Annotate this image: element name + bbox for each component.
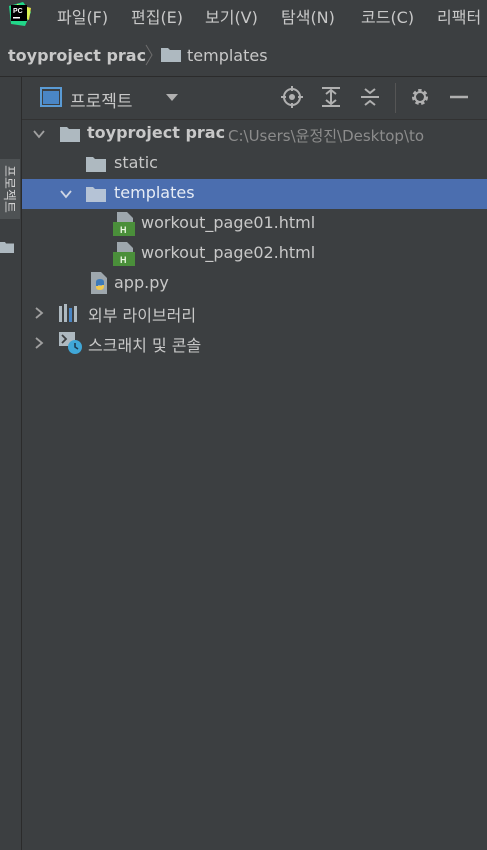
tree-label-root: toyproject prac — [87, 123, 226, 142]
html-file-icon: H — [113, 212, 135, 236]
tree-node-app[interactable]: app.py — [22, 269, 487, 299]
tree-label-external-libraries: 외부 라이브러리 — [88, 306, 197, 325]
pycharm-logo-icon[interactable]: PC — [7, 2, 31, 26]
chevron-right-icon[interactable] — [33, 307, 45, 319]
breadcrumb-separator-icon — [145, 44, 153, 66]
tree-label-app: app.py — [114, 273, 169, 292]
project-tool-tab-label: 프로젝트 — [1, 165, 16, 213]
chevron-down-icon[interactable] — [60, 188, 72, 200]
gear-icon[interactable] — [409, 86, 431, 108]
tree-label-scratches: 스크래치 및 콘솔 — [88, 336, 202, 355]
tree-label-static: static — [114, 153, 158, 172]
menu-navigate[interactable]: 탐색(N) — [281, 4, 335, 28]
folder-icon — [86, 187, 106, 202]
html-file-icon: H — [113, 242, 135, 266]
breadcrumb-templates[interactable]: templates — [187, 46, 268, 65]
python-file-icon — [91, 272, 107, 294]
tree-node-templates[interactable]: templates — [22, 179, 487, 209]
folder-icon — [86, 157, 106, 172]
scratches-icon — [59, 332, 82, 354]
menu-file[interactable]: 파일(F) — [57, 4, 108, 28]
svg-text:H: H — [120, 255, 127, 265]
locate-icon[interactable] — [281, 86, 303, 108]
minimize-icon[interactable] — [448, 86, 470, 108]
menu-view[interactable]: 보기(V) — [205, 4, 258, 28]
tool-window-stripe: 프로젝트 — [0, 77, 22, 850]
tree-node-file1[interactable]: H workout_page01.html — [22, 209, 487, 239]
tree-node-external-libraries[interactable]: 외부 라이브러리 — [22, 298, 487, 328]
library-icon — [59, 304, 77, 322]
toolbar-separator — [395, 83, 396, 113]
tree-node-static[interactable]: static — [22, 149, 487, 179]
folder-icon — [0, 242, 14, 253]
menu-refactor[interactable]: 리팩터 — [437, 4, 481, 28]
breadcrumb: toyproject prac templates — [0, 38, 487, 72]
tree-node-root[interactable]: toyproject prac C:\Users\윤정진\Desktop\to — [22, 119, 487, 149]
menu-edit[interactable]: 편집(E) — [131, 4, 183, 28]
svg-text:PC: PC — [13, 8, 23, 15]
tree-node-scratches[interactable]: 스크래치 및 콘솔 — [22, 328, 487, 358]
collapse-all-icon[interactable] — [359, 86, 381, 108]
tree-node-file2[interactable]: H workout_page02.html — [22, 239, 487, 269]
tree-label-file1: workout_page01.html — [141, 213, 316, 232]
folder-icon — [161, 48, 181, 62]
project-view-icon — [40, 87, 62, 107]
tree-root-path: C:\Users\윤정진\Desktop\to — [228, 127, 425, 145]
tree-label-file2: workout_page02.html — [141, 243, 316, 262]
panel-title[interactable]: 프로젝트 — [70, 87, 133, 112]
folder-icon — [60, 127, 80, 142]
menu-bar: PC 파일(F) 편집(E) 보기(V) 탐색(N) 코드(C) 리팩터 — [0, 0, 487, 30]
panel-header: 프로젝트 — [22, 77, 487, 120]
chevron-down-icon[interactable] — [165, 92, 179, 102]
project-panel: 프로젝트 toyproject prac C:\Users\윤정진\Deskto… — [22, 77, 487, 850]
expand-all-icon[interactable] — [320, 86, 342, 108]
breadcrumb-project[interactable]: toyproject prac — [8, 46, 146, 65]
tree-label-templates: templates — [114, 183, 195, 202]
menu-code[interactable]: 코드(C) — [361, 4, 414, 28]
chevron-right-icon[interactable] — [33, 337, 45, 349]
chevron-down-icon[interactable] — [33, 128, 45, 140]
svg-text:H: H — [120, 225, 127, 235]
